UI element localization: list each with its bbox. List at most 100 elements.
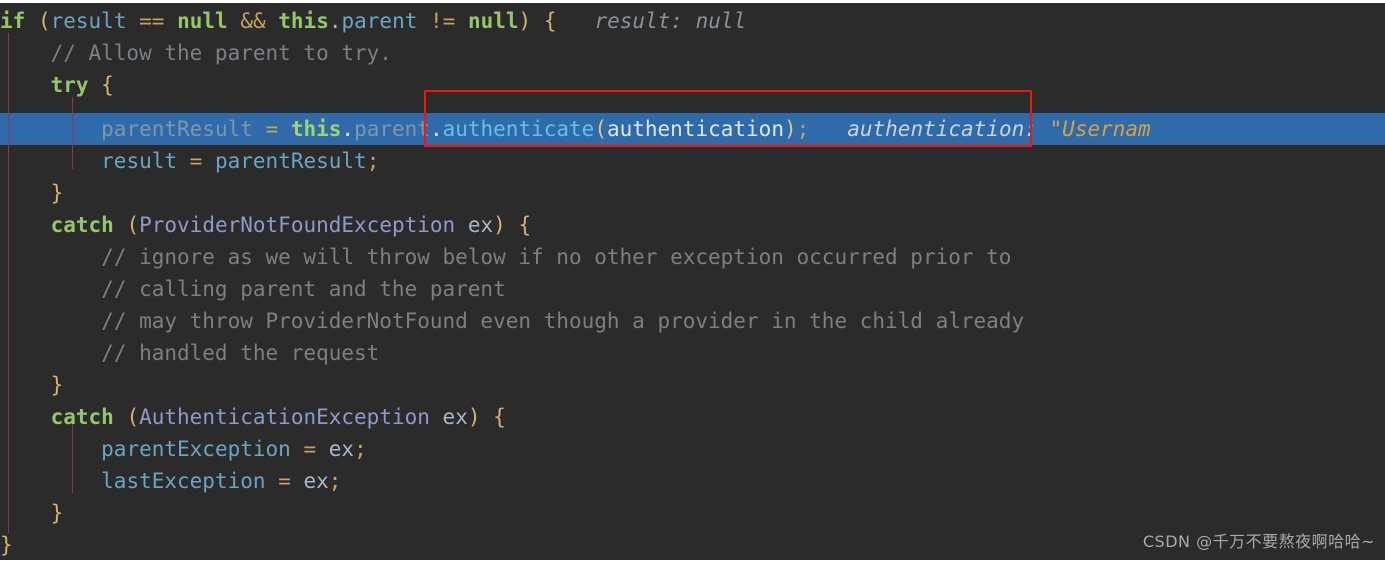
line-close-try[interactable]: } bbox=[0, 177, 1385, 209]
line-if[interactable]: if (result == null && this.parent != nul… bbox=[0, 5, 1385, 37]
code-token: ) bbox=[518, 9, 532, 33]
line-try[interactable]: try { bbox=[0, 69, 1385, 101]
code-token: parentResult bbox=[101, 117, 253, 141]
code-token: = bbox=[303, 437, 317, 461]
code-token: // may throw ProviderNotFound even thoug… bbox=[0, 309, 1025, 333]
code-token: ex bbox=[455, 213, 494, 237]
code-token: authentication: bbox=[847, 117, 1050, 141]
code-token: } bbox=[0, 533, 13, 557]
code-token: parentResult bbox=[214, 149, 367, 173]
code-token: { bbox=[543, 9, 557, 33]
code-token: parentException bbox=[101, 437, 291, 461]
line-catch-authentication[interactable]: catch (AuthenticationException ex) { bbox=[0, 401, 1385, 433]
code-token: ) bbox=[467, 405, 481, 429]
screenshot-root: if (result == null && this.parent != nul… bbox=[0, 0, 1385, 563]
code-token: ( bbox=[37, 9, 51, 33]
code-token: "Usernam bbox=[1049, 117, 1151, 141]
code-token: result: null bbox=[594, 9, 747, 33]
code-token: ; bbox=[354, 437, 367, 461]
code-token: } bbox=[50, 181, 64, 205]
code-token: // calling parent and the parent bbox=[0, 277, 506, 301]
code-token: ) bbox=[783, 117, 797, 141]
code-token: == bbox=[139, 9, 165, 33]
code-token: // ignore as we will throw below if no o… bbox=[0, 245, 1012, 269]
code-token: if bbox=[0, 9, 26, 33]
line-comment-allow[interactable]: // Allow the parent to try. bbox=[0, 37, 1385, 69]
line-comment-handled[interactable]: // handled the request bbox=[0, 337, 1385, 369]
code-token: this bbox=[290, 117, 342, 141]
code-token: } bbox=[50, 373, 64, 397]
line-parentexception[interactable]: parentException = ex; bbox=[0, 433, 1385, 465]
code-token: ProviderNotFoundException bbox=[139, 213, 456, 237]
line-close-catch-authentication[interactable]: } bbox=[0, 497, 1385, 529]
code-token: ) bbox=[493, 213, 506, 237]
line-result-assign[interactable]: result = parentResult; bbox=[0, 145, 1385, 177]
line-lastexception[interactable]: lastException = ex; bbox=[0, 465, 1385, 497]
code-token: result bbox=[101, 149, 178, 173]
code-token: lastException bbox=[101, 469, 266, 493]
code-token: ( bbox=[126, 405, 140, 429]
code-token: ex bbox=[290, 469, 329, 493]
line-parent-authenticate[interactable]: parentResult = this.parent.authenticate(… bbox=[0, 113, 1385, 145]
line-comment-maythrow[interactable]: // may throw ProviderNotFound even thoug… bbox=[0, 305, 1385, 337]
line-close-catch-provider[interactable]: } bbox=[0, 369, 1385, 401]
code-token: { bbox=[493, 405, 506, 429]
code-token: this bbox=[278, 9, 329, 33]
code-token: = bbox=[265, 117, 279, 141]
code-token: catch bbox=[50, 213, 114, 237]
code-token: { bbox=[518, 213, 532, 237]
code-token: null bbox=[467, 9, 519, 33]
code-token: // Allow the parent to try. bbox=[0, 41, 392, 65]
code-token: ( bbox=[594, 117, 607, 141]
code-token: . bbox=[429, 117, 443, 141]
code-token: // handled the request bbox=[0, 341, 380, 365]
code-token: authentication bbox=[606, 117, 784, 141]
line-comment-ignore[interactable]: // ignore as we will throw below if no o… bbox=[0, 241, 1385, 273]
code-token: catch bbox=[50, 405, 114, 429]
code-token: != bbox=[430, 9, 456, 33]
code-token: ex bbox=[429, 405, 468, 429]
code-token: ; bbox=[328, 469, 342, 493]
code-editor[interactable]: if (result == null && this.parent != nul… bbox=[0, 3, 1385, 560]
line-catch-provider[interactable]: catch (ProviderNotFoundException ex) { bbox=[0, 209, 1385, 241]
code-token: result bbox=[50, 9, 127, 33]
code-token: = bbox=[278, 469, 291, 493]
code-token: try bbox=[50, 73, 89, 97]
line-comment-calling[interactable]: // calling parent and the parent bbox=[0, 273, 1385, 305]
code-token: } bbox=[50, 501, 64, 525]
code-token: . bbox=[328, 9, 342, 33]
csdn-watermark: CSDN @千万不要熬夜啊哈哈~ bbox=[1142, 532, 1375, 551]
code-token: parent bbox=[354, 117, 430, 141]
code-token: ; bbox=[796, 117, 810, 141]
code-token: null bbox=[177, 9, 228, 33]
code-token: { bbox=[101, 73, 114, 97]
code-token: ( bbox=[126, 213, 140, 237]
